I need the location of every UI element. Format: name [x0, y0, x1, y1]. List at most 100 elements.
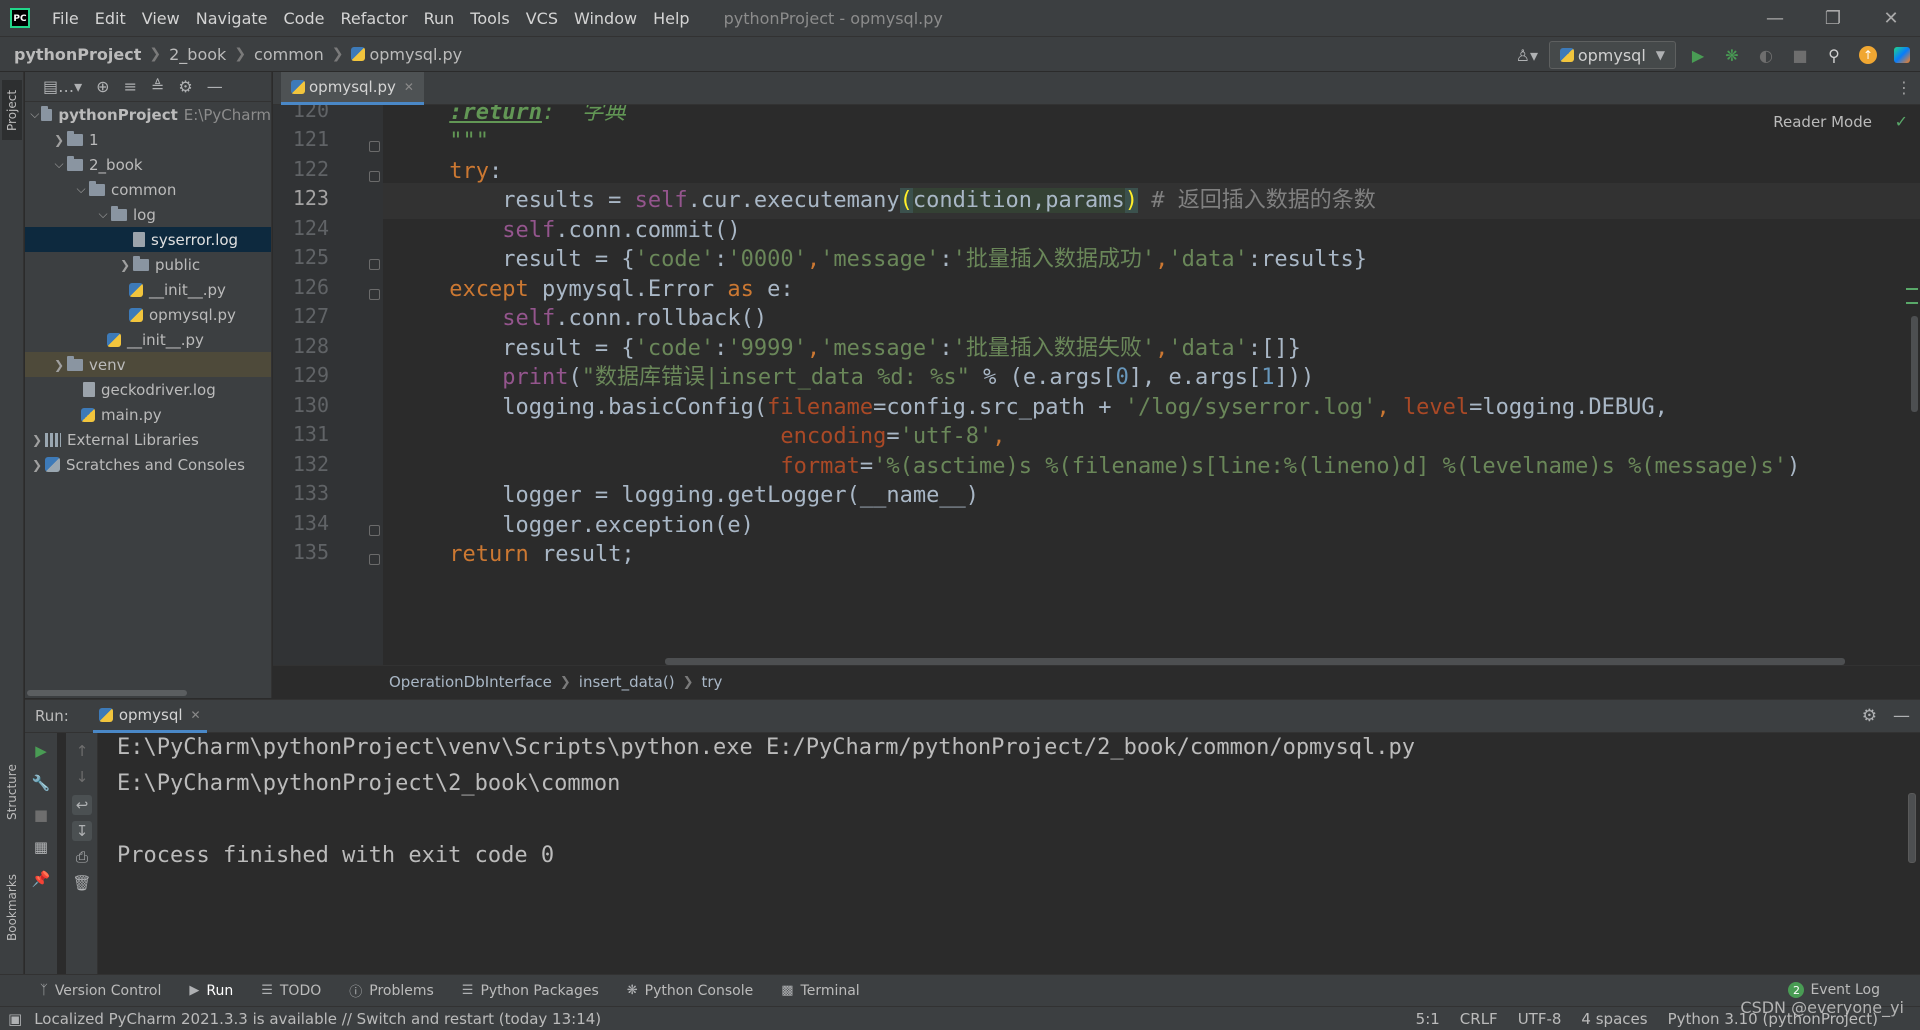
restore-icon[interactable]: ❐ — [1804, 0, 1862, 36]
collapse-all-icon[interactable]: ≜ — [151, 77, 164, 96]
tree-item-file-geckodriver-log[interactable]: geckodriver.log — [25, 377, 271, 402]
tree-item-folder-1[interactable]: ❯ 1 — [25, 127, 271, 152]
arrow-down-icon[interactable]: ↓ — [72, 767, 92, 787]
close-tab-icon[interactable]: ✕ — [404, 80, 414, 94]
tree-item-external-libraries[interactable]: ❯ External Libraries — [25, 427, 271, 452]
chevron-right-icon[interactable]: ❯ — [117, 258, 133, 272]
tab-project[interactable]: Project — [2, 80, 22, 140]
inspection-marker[interactable] — [1906, 288, 1918, 290]
menu-refactor[interactable]: Refactor — [332, 9, 415, 28]
gear-icon[interactable]: ⚙ — [1862, 706, 1877, 726]
menu-view[interactable]: View — [134, 9, 188, 28]
run-console-output[interactable]: E:\PyCharm\pythonProject\venv\Scripts\py… — [99, 733, 1920, 974]
vertical-scrollbar[interactable] — [1908, 793, 1916, 863]
line-separator[interactable]: CRLF — [1460, 1010, 1498, 1028]
horizontal-scrollbar[interactable] — [665, 658, 1845, 665]
caret-position[interactable]: 5:1 — [1416, 1010, 1440, 1028]
breadcrumb-class[interactable]: OperationDbInterface — [389, 673, 552, 691]
tree-item-scratches[interactable]: ❯ Scratches and Consoles — [25, 452, 271, 477]
fold-marker-icon[interactable] — [369, 554, 380, 565]
panel-toggle-icon[interactable]: ▣ — [8, 1010, 22, 1028]
debug-icon[interactable]: ❋ — [1720, 43, 1744, 67]
crumb-folder-2-book[interactable]: 2_book — [169, 45, 226, 64]
more-options-icon[interactable]: ⋮ — [1896, 78, 1912, 97]
tool-event-log[interactable]: 2 Event Log — [1788, 982, 1880, 998]
menu-code[interactable]: Code — [276, 9, 333, 28]
breadcrumb-function[interactable]: insert_data() — [579, 673, 675, 691]
run-configuration-select[interactable]: opmysql ▼ — [1548, 41, 1676, 69]
chevron-right-icon[interactable]: ❯ — [29, 433, 45, 447]
indent-setting[interactable]: 4 spaces — [1581, 1010, 1647, 1028]
hide-panel-icon[interactable]: — — [1893, 706, 1910, 726]
run-icon[interactable]: ▶ — [1686, 43, 1710, 67]
menu-edit[interactable]: Edit — [87, 9, 134, 28]
layout-icon[interactable]: ▦ — [31, 837, 51, 857]
trash-icon[interactable]: 🗑 — [72, 873, 92, 893]
fold-marker-icon[interactable] — [369, 171, 380, 182]
inspection-marker[interactable] — [1906, 302, 1918, 304]
coverage-icon[interactable]: ◐ — [1754, 43, 1778, 67]
crumb-folder-common[interactable]: common — [254, 45, 324, 64]
close-tab-icon[interactable]: ✕ — [191, 708, 201, 722]
arrow-up-icon[interactable]: ↑ — [72, 741, 92, 761]
tree-item-folder-venv[interactable]: ❯ venv — [25, 352, 271, 377]
chevron-down-icon[interactable]: ⌵ — [73, 182, 89, 197]
chevron-right-icon[interactable]: ❯ — [51, 133, 67, 147]
crumb-file[interactable]: opmysql.py — [369, 45, 462, 64]
horizontal-scrollbar[interactable] — [27, 690, 187, 696]
tool-python-console[interactable]: ❋ Python Console — [627, 983, 753, 999]
pin-icon[interactable]: 📌 — [31, 869, 51, 889]
menu-navigate[interactable]: Navigate — [188, 9, 276, 28]
tree-item-folder-public[interactable]: ❯ public — [25, 252, 271, 277]
menu-tools[interactable]: Tools — [462, 9, 517, 28]
breadcrumb-block[interactable]: try — [701, 673, 722, 691]
tree-item-file-opmysql[interactable]: opmysql.py — [25, 302, 271, 327]
tool-problems[interactable]: ⓘ Problems — [349, 981, 434, 1001]
chevron-right-icon[interactable]: ❯ — [29, 458, 45, 472]
fold-marker-icon[interactable] — [369, 141, 380, 152]
tab-bookmarks[interactable]: Bookmarks — [2, 862, 22, 952]
stop-icon[interactable]: ■ — [31, 805, 51, 825]
tree-item-project-root[interactable]: ⌵ pythonProject E:\PyCharm — [25, 102, 271, 127]
locate-file-icon[interactable]: ⊕ — [96, 77, 109, 96]
update-icon[interactable]: ↑ — [1856, 43, 1880, 67]
status-message[interactable]: Localized PyCharm 2021.3.3 is available … — [34, 1010, 601, 1028]
jetbrains-toolbox-icon[interactable] — [1890, 43, 1914, 67]
tool-run[interactable]: ▶ Run — [189, 983, 233, 999]
run-tab-opmysql[interactable]: opmysql ✕ — [92, 699, 207, 733]
stop-icon[interactable]: ■ — [1788, 43, 1812, 67]
inspection-ok-icon[interactable]: ✓ — [1895, 112, 1908, 131]
tree-item-file-syserror-log[interactable]: syserror.log — [25, 227, 271, 252]
tool-todo[interactable]: ☰ TODO — [261, 983, 321, 999]
chevron-right-icon[interactable]: ❯ — [51, 358, 67, 372]
gear-icon[interactable]: ⚙ — [178, 77, 192, 96]
chevron-down-icon[interactable]: ⌵ — [51, 157, 67, 172]
project-view-select-icon[interactable]: ▤…▾ — [43, 77, 82, 96]
menu-vcs[interactable]: VCS — [518, 9, 566, 28]
tree-item-file-init-common[interactable]: __init__.py — [25, 277, 271, 302]
search-icon[interactable]: ⚲ — [1822, 43, 1846, 67]
tree-item-file-main[interactable]: main.py — [25, 402, 271, 427]
scroll-to-end-icon[interactable]: ↧ — [72, 821, 92, 841]
close-window-icon[interactable]: ✕ — [1862, 0, 1920, 36]
reader-mode-toggle[interactable]: Reader Mode — [1773, 113, 1872, 131]
chevron-down-icon[interactable]: ⌵ — [29, 107, 41, 122]
tool-terminal[interactable]: ▩ Terminal — [781, 983, 859, 999]
wrench-icon[interactable]: 🔧 — [31, 773, 51, 793]
fold-marker-icon[interactable] — [369, 525, 380, 536]
menu-window[interactable]: Window — [566, 9, 645, 28]
tree-item-file-init-book[interactable]: __init__.py — [25, 327, 271, 352]
tree-item-folder-log[interactable]: ⌵ log — [25, 202, 271, 227]
chevron-down-icon[interactable]: ⌵ — [95, 207, 111, 222]
rerun-icon[interactable]: ▶ — [31, 741, 51, 761]
soft-wrap-icon[interactable]: ↩ — [72, 795, 92, 815]
menu-file[interactable]: File — [44, 9, 87, 28]
user-icon[interactable]: ♙▾ — [1515, 43, 1539, 67]
menu-help[interactable]: Help — [645, 9, 697, 28]
menu-run[interactable]: Run — [416, 9, 463, 28]
editor-tab-opmysql[interactable]: opmysql.py ✕ — [281, 72, 424, 105]
tool-python-packages[interactable]: ☰ Python Packages — [462, 983, 599, 999]
minimize-icon[interactable]: — — [1746, 0, 1804, 36]
hide-panel-icon[interactable]: — — [207, 77, 223, 96]
tab-structure[interactable]: Structure — [2, 752, 22, 832]
